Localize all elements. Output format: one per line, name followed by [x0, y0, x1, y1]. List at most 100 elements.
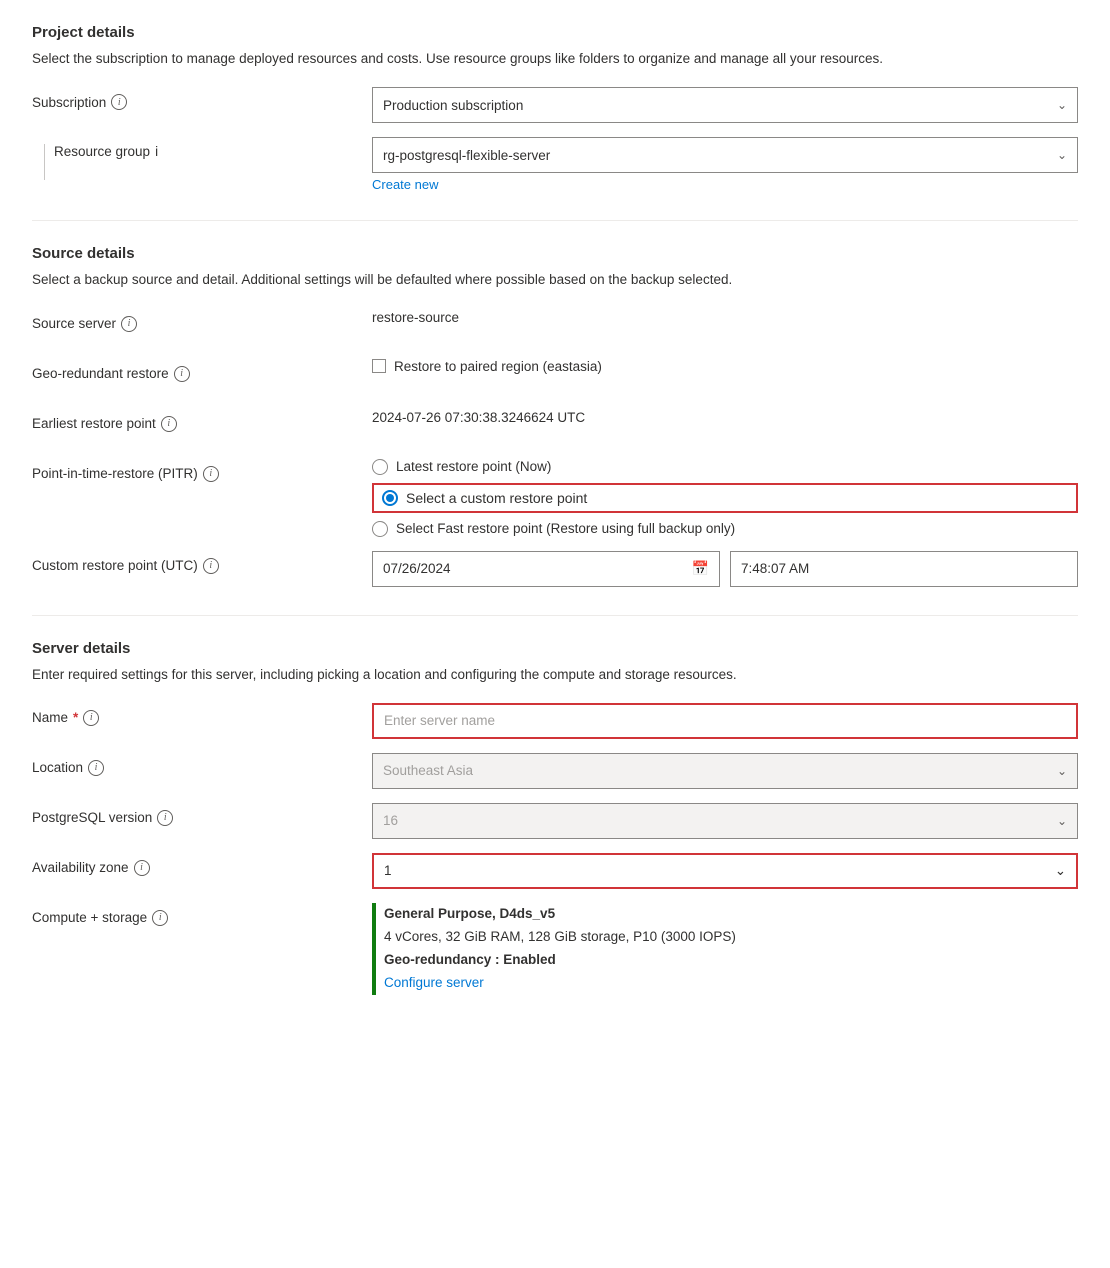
resource-group-info-icon[interactable]: i	[155, 144, 158, 159]
server-name-control	[372, 703, 1078, 739]
availability-zone-control: 1 ⌄	[372, 853, 1078, 889]
pitr-label: Point-in-time-restore (PITR) i	[32, 459, 372, 482]
source-server-label: Source server i	[32, 309, 372, 332]
pitr-row: Point-in-time-restore (PITR) i Latest re…	[32, 459, 1078, 537]
resource-group-label-area: Resource group i	[32, 137, 372, 180]
resource-group-control: rg-postgresql-flexible-server ⌄ Create n…	[372, 137, 1078, 192]
geo-redundant-label: Geo-redundant restore i	[32, 359, 372, 382]
compute-storage-row: Compute + storage i General Purpose, D4d…	[32, 903, 1078, 995]
custom-restore-label: Custom restore point (UTC) i	[32, 551, 372, 574]
location-chevron-icon: ⌄	[1057, 764, 1067, 778]
project-details-section: Project details Select the subscription …	[32, 24, 1078, 192]
location-control: Southeast Asia ⌄	[372, 753, 1078, 789]
geo-redundant-control: Restore to paired region (eastasia)	[372, 359, 1078, 374]
resource-group-chevron-icon: ⌄	[1057, 148, 1067, 162]
postgres-version-dropdown[interactable]: 16 ⌄	[372, 803, 1078, 839]
availability-zone-value: 1	[384, 863, 392, 878]
resource-group-row: Resource group i rg-postgresql-flexible-…	[32, 137, 1078, 192]
postgres-version-label: PostgreSQL version i	[32, 803, 372, 826]
compute-storage-label: Compute + storage i	[32, 903, 372, 926]
resource-group-value: rg-postgresql-flexible-server	[383, 148, 550, 163]
server-details-description: Enter required settings for this server,…	[32, 665, 1078, 685]
server-name-row: Name * i	[32, 703, 1078, 739]
calendar-icon: 📅	[692, 560, 709, 577]
compute-storage-value: General Purpose, D4ds_v5 4 vCores, 32 Gi…	[372, 903, 1078, 995]
date-time-row: 07/26/2024 📅	[372, 551, 1078, 587]
subscription-dropdown[interactable]: Production subscription ⌄	[372, 87, 1078, 123]
compute-storage-geo: Geo-redundancy : Enabled	[384, 949, 1078, 972]
subscription-control: Production subscription ⌄	[372, 87, 1078, 123]
source-details-heading: Source details	[32, 245, 1078, 262]
availability-zone-label: Availability zone i	[32, 853, 372, 876]
pitr-control: Latest restore point (Now) Select a cust…	[372, 459, 1078, 537]
source-server-value: restore-source	[372, 303, 459, 325]
pitr-label-fast: Select Fast restore point (Restore using…	[396, 521, 735, 536]
postgres-version-value: 16	[383, 813, 398, 828]
earliest-restore-control: 2024-07-26 07:30:38.3246624 UTC	[372, 409, 1078, 425]
server-name-info-icon[interactable]: i	[83, 710, 99, 726]
project-details-heading: Project details	[32, 24, 1078, 41]
compute-storage-plan: General Purpose, D4ds_v5	[384, 903, 1078, 926]
earliest-restore-row: Earliest restore point i 2024-07-26 07:3…	[32, 409, 1078, 445]
subscription-label: Subscription i	[32, 87, 372, 110]
pitr-option-latest[interactable]: Latest restore point (Now)	[372, 459, 1078, 475]
location-value: Southeast Asia	[383, 763, 473, 778]
subscription-row: Subscription i Production subscription ⌄	[32, 87, 1078, 123]
configure-server-link[interactable]: Configure server	[384, 975, 484, 990]
resource-group-dropdown[interactable]: rg-postgresql-flexible-server ⌄	[372, 137, 1078, 173]
indent-line	[44, 144, 46, 180]
compute-storage-specs: 4 vCores, 32 GiB RAM, 128 GiB storage, P…	[384, 926, 1078, 949]
availability-zone-row: Availability zone i 1 ⌄	[32, 853, 1078, 889]
server-details-heading: Server details	[32, 640, 1078, 657]
pitr-option-fast[interactable]: Select Fast restore point (Restore using…	[372, 521, 1078, 537]
custom-restore-info-icon[interactable]: i	[203, 558, 219, 574]
pitr-label-latest: Latest restore point (Now)	[396, 459, 551, 474]
source-server-control: restore-source	[372, 309, 1078, 325]
name-required-marker: *	[73, 710, 78, 725]
postgres-version-chevron-icon: ⌄	[1057, 814, 1067, 828]
location-dropdown[interactable]: Southeast Asia ⌄	[372, 753, 1078, 789]
server-name-input[interactable]	[372, 703, 1078, 739]
geo-redundant-option-label: Restore to paired region (eastasia)	[394, 359, 602, 374]
source-details-section: Source details Select a backup source an…	[32, 220, 1078, 586]
create-new-link[interactable]: Create new	[372, 177, 438, 192]
date-input[interactable]: 07/26/2024 📅	[372, 551, 720, 587]
pitr-option-custom-selected[interactable]: Select a custom restore point	[372, 483, 1078, 513]
compute-storage-info-icon[interactable]: i	[152, 910, 168, 926]
custom-restore-row: Custom restore point (UTC) i 07/26/2024 …	[32, 551, 1078, 587]
time-input[interactable]	[730, 551, 1078, 587]
postgres-version-info-icon[interactable]: i	[157, 810, 173, 826]
compute-storage-control: General Purpose, D4ds_v5 4 vCores, 32 Gi…	[372, 903, 1078, 995]
geo-redundant-info-icon[interactable]: i	[174, 366, 190, 382]
pitr-radio-group: Latest restore point (Now) Select a cust…	[372, 459, 1078, 537]
source-server-row: Source server i restore-source	[32, 309, 1078, 345]
pitr-radio-fast[interactable]	[372, 521, 388, 537]
availability-zone-dropdown[interactable]: 1 ⌄	[372, 853, 1078, 889]
earliest-restore-info-icon[interactable]: i	[161, 416, 177, 432]
date-value: 07/26/2024	[383, 561, 451, 576]
custom-restore-control: 07/26/2024 📅	[372, 551, 1078, 587]
availability-zone-chevron-icon: ⌄	[1055, 863, 1066, 879]
earliest-restore-label: Earliest restore point i	[32, 409, 372, 432]
server-details-section: Server details Enter required settings f…	[32, 615, 1078, 995]
pitr-label-custom: Select a custom restore point	[406, 490, 587, 506]
pitr-info-icon[interactable]: i	[203, 466, 219, 482]
subscription-info-icon[interactable]: i	[111, 94, 127, 110]
server-name-label: Name * i	[32, 703, 372, 726]
location-row: Location i Southeast Asia ⌄	[32, 753, 1078, 789]
pitr-radio-latest[interactable]	[372, 459, 388, 475]
source-server-info-icon[interactable]: i	[121, 316, 137, 332]
earliest-restore-value: 2024-07-26 07:30:38.3246624 UTC	[372, 403, 585, 425]
location-label: Location i	[32, 753, 372, 776]
availability-zone-info-icon[interactable]: i	[134, 860, 150, 876]
geo-redundant-checkbox[interactable]	[372, 359, 386, 373]
project-details-description: Select the subscription to manage deploy…	[32, 49, 1078, 69]
resource-group-label: Resource group i	[54, 144, 158, 159]
subscription-value: Production subscription	[383, 98, 523, 113]
pitr-radio-custom[interactable]	[382, 490, 398, 506]
geo-redundant-checkbox-row: Restore to paired region (eastasia)	[372, 359, 1078, 374]
subscription-chevron-icon: ⌄	[1057, 98, 1067, 112]
postgres-version-control: 16 ⌄	[372, 803, 1078, 839]
location-info-icon[interactable]: i	[88, 760, 104, 776]
geo-redundant-row: Geo-redundant restore i Restore to paire…	[32, 359, 1078, 395]
